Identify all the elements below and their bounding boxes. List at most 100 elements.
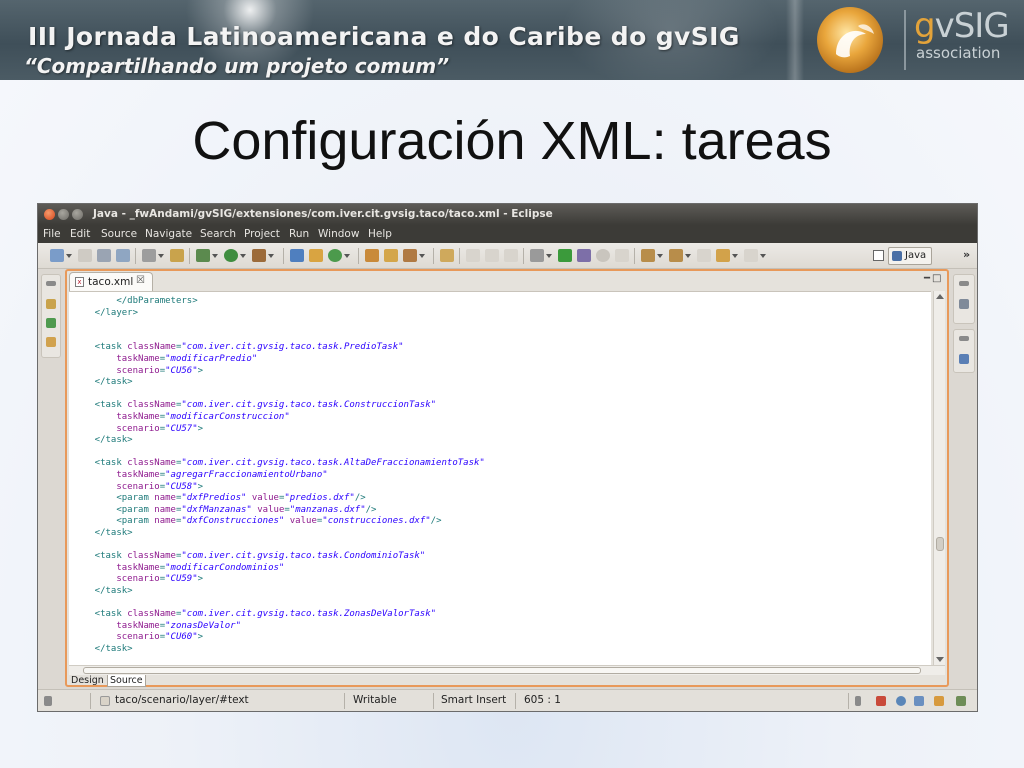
status-icon[interactable] bbox=[855, 696, 861, 706]
restore-icon[interactable] bbox=[959, 281, 969, 286]
build-icon[interactable] bbox=[142, 249, 156, 262]
search-icon[interactable] bbox=[403, 249, 417, 262]
tab-source[interactable]: Source bbox=[107, 675, 146, 687]
publish-icon[interactable] bbox=[615, 249, 629, 262]
forward-icon[interactable] bbox=[744, 249, 758, 262]
vertical-scroll-thumb[interactable] bbox=[936, 537, 944, 551]
toggle-mark-icon[interactable] bbox=[440, 249, 454, 262]
code-line[interactable]: scenario="CU59"> bbox=[73, 574, 203, 586]
error-log-icon[interactable] bbox=[876, 696, 886, 706]
code-line[interactable]: </task> bbox=[73, 586, 133, 598]
stop-server-icon[interactable] bbox=[596, 249, 610, 262]
new-icon[interactable] bbox=[50, 249, 64, 262]
updates-icon[interactable] bbox=[956, 696, 966, 706]
print-icon[interactable] bbox=[97, 249, 111, 262]
code-line[interactable]: </task> bbox=[73, 644, 133, 656]
code-line[interactable]: <task className="com.iver.cit.gvsig.taco… bbox=[73, 551, 426, 563]
next-edit-icon[interactable] bbox=[641, 249, 655, 262]
code-line[interactable]: taskName="modificarCondominios" bbox=[73, 563, 284, 575]
server-icon[interactable] bbox=[530, 249, 544, 262]
external-tools-dropdown-icon[interactable] bbox=[268, 254, 274, 258]
code-line[interactable]: </task> bbox=[73, 528, 133, 540]
menu-source[interactable]: Source bbox=[101, 228, 137, 240]
last-edit-icon[interactable] bbox=[697, 249, 711, 262]
block-selection-icon[interactable] bbox=[504, 249, 518, 262]
tab-design[interactable]: Design bbox=[69, 675, 106, 687]
restore-icon[interactable] bbox=[46, 281, 56, 286]
code-line[interactable]: taskName="zonasDeValor" bbox=[73, 621, 241, 633]
debug-dropdown-icon[interactable] bbox=[212, 254, 218, 258]
task-list-icon[interactable] bbox=[959, 299, 969, 309]
window-titlebar[interactable]: Java - _fwAndami/gvSIG/extensiones/com.i… bbox=[38, 204, 977, 225]
server-dropdown-icon[interactable] bbox=[546, 254, 552, 258]
save-icon[interactable] bbox=[78, 249, 92, 262]
fast-view-icon[interactable] bbox=[44, 696, 52, 706]
new-class-icon[interactable] bbox=[328, 249, 342, 262]
code-line[interactable]: taskName="agregarFraccionamientoUrbano" bbox=[73, 470, 327, 482]
code-line[interactable]: scenario="CU60"> bbox=[73, 632, 203, 644]
code-line[interactable]: scenario="CU56"> bbox=[73, 366, 203, 378]
internet-icon[interactable] bbox=[896, 696, 906, 706]
window-minimize-button[interactable] bbox=[58, 209, 69, 220]
editor-minimize-maximize-icon[interactable]: ━□ bbox=[924, 273, 943, 284]
open-task-icon[interactable] bbox=[384, 249, 398, 262]
menu-help[interactable]: Help bbox=[368, 228, 392, 240]
package-icon[interactable] bbox=[170, 249, 184, 262]
new-java-project-icon[interactable] bbox=[290, 249, 304, 262]
code-line[interactable]: <param name="dxfConstrucciones" value="c… bbox=[73, 516, 441, 528]
code-line[interactable]: taskName="modificarConstruccion" bbox=[73, 412, 289, 424]
open-type-icon[interactable] bbox=[365, 249, 379, 262]
run-dropdown-icon[interactable] bbox=[240, 254, 246, 258]
code-line[interactable]: <task className="com.iver.cit.gvsig.taco… bbox=[73, 400, 436, 412]
scroll-down-icon[interactable] bbox=[936, 657, 944, 662]
tab-close-icon[interactable]: ☒ bbox=[136, 275, 145, 286]
next-annotation-icon[interactable] bbox=[485, 249, 499, 262]
code-line[interactable]: </task> bbox=[73, 377, 133, 389]
window-maximize-button[interactable] bbox=[72, 209, 83, 220]
debug-icon[interactable] bbox=[196, 249, 210, 262]
horizontal-scroll-thumb[interactable] bbox=[83, 667, 921, 674]
restore-icon[interactable] bbox=[959, 336, 969, 341]
navigator-icon[interactable] bbox=[46, 337, 56, 347]
code-line[interactable]: scenario="CU58"> bbox=[73, 482, 203, 494]
package-explorer-icon[interactable] bbox=[46, 299, 56, 309]
console-icon[interactable] bbox=[914, 696, 924, 706]
horizontal-scrollbar[interactable] bbox=[69, 665, 945, 675]
menu-search[interactable]: Search bbox=[200, 228, 236, 240]
scroll-up-icon[interactable] bbox=[936, 294, 944, 299]
hierarchy-icon[interactable] bbox=[46, 318, 56, 328]
prev-edit-icon[interactable] bbox=[669, 249, 683, 262]
code-line[interactable]: </layer> bbox=[73, 308, 138, 320]
code-line[interactable]: taskName="modificarPredio" bbox=[73, 354, 257, 366]
code-line[interactable]: </dbParameters> bbox=[73, 296, 197, 308]
code-line[interactable]: </task> bbox=[73, 435, 133, 447]
save-all-icon[interactable] bbox=[116, 249, 130, 262]
new-package-icon[interactable] bbox=[309, 249, 323, 262]
java-perspective-button[interactable]: Java bbox=[888, 247, 932, 265]
menu-edit[interactable]: Edit bbox=[70, 228, 90, 240]
xml-source-editor[interactable]: </dbParameters> </layer> <task className… bbox=[69, 291, 931, 665]
vertical-scrollbar[interactable] bbox=[933, 291, 945, 665]
code-line[interactable]: <param name="dxfPredios" value="predios.… bbox=[73, 493, 365, 505]
new-dropdown-icon[interactable] bbox=[66, 254, 72, 258]
menu-project[interactable]: Project bbox=[244, 228, 280, 240]
back-icon[interactable] bbox=[716, 249, 730, 262]
next-edit-dropdown-icon[interactable] bbox=[657, 254, 663, 258]
run-icon[interactable] bbox=[224, 249, 238, 262]
menu-navigate[interactable]: Navigate bbox=[145, 228, 192, 240]
build-dropdown-icon[interactable] bbox=[158, 254, 164, 258]
outline-icon[interactable] bbox=[959, 354, 969, 364]
menu-file[interactable]: File bbox=[43, 228, 61, 240]
external-tools-icon[interactable] bbox=[252, 249, 266, 262]
menu-run[interactable]: Run bbox=[289, 228, 309, 240]
back-dropdown-icon[interactable] bbox=[732, 254, 738, 258]
code-line[interactable]: <task className="com.iver.cit.gvsig.taco… bbox=[73, 458, 485, 470]
menu-window[interactable]: Window bbox=[318, 228, 359, 240]
debug-server-icon[interactable] bbox=[577, 249, 591, 262]
code-line[interactable]: <task className="com.iver.cit.gvsig.taco… bbox=[73, 342, 404, 354]
toolbar-overflow-icon[interactable]: » bbox=[963, 248, 970, 261]
start-server-icon[interactable] bbox=[558, 249, 572, 262]
code-line[interactable]: <param name="dxfManzanas" value="manzana… bbox=[73, 505, 376, 517]
forward-dropdown-icon[interactable] bbox=[760, 254, 766, 258]
progress-icon[interactable] bbox=[934, 696, 944, 706]
